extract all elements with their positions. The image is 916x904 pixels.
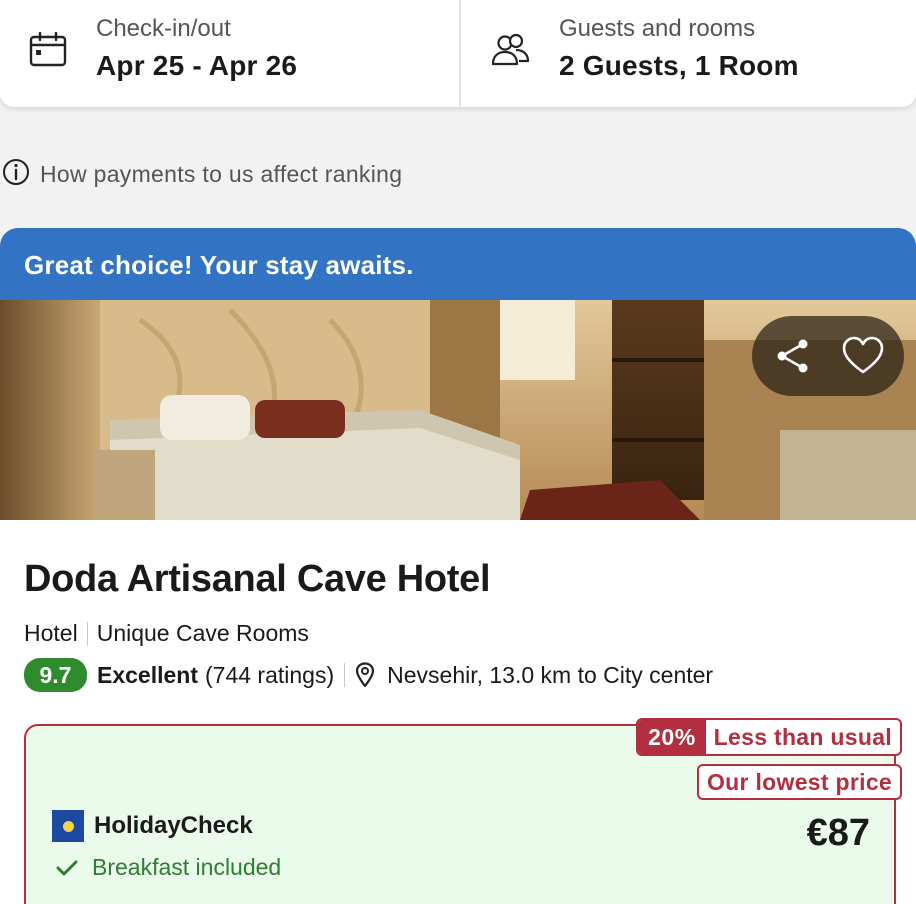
share-icon — [773, 336, 813, 376]
divider — [86, 621, 88, 646]
hotel-details: Doda Artisanal Cave Hotel Hotel Unique C… — [0, 520, 916, 904]
score-badge: 9.7 — [24, 658, 87, 692]
location-pin-icon — [355, 662, 375, 688]
guests-value: 2 Guests, 1 Room — [559, 50, 799, 81]
deal-price: €87 — [806, 812, 870, 854]
location-text: Nevsehir, 13.0 km to City center — [387, 661, 714, 688]
hotel-type: Hotel — [24, 620, 78, 646]
hotel-name[interactable]: Doda Artisanal Cave Hotel — [24, 558, 491, 601]
provider: HolidayCheck — [52, 810, 253, 842]
lowest-price-badge: Our lowest price — [696, 764, 902, 800]
feature-breakfast: Breakfast included — [56, 854, 281, 881]
hotel-photo[interactable] — [0, 300, 916, 520]
photo-actions — [752, 316, 904, 396]
ranking-info-link[interactable]: How payments to us affect ranking — [2, 158, 402, 191]
provider-logo — [52, 810, 84, 842]
favorite-button[interactable] — [835, 328, 891, 384]
ranking-info-text: How payments to us affect ranking — [40, 161, 403, 187]
guests-field[interactable]: Guests and rooms 2 Guests, 1 Room — [461, 0, 916, 107]
rating-row: 9.7 Excellent (744 ratings) Nevsehir, 13… — [24, 658, 713, 692]
checkin-label: Check-in/out — [96, 15, 231, 42]
deal-card[interactable]: 20% Less than usual Our lowest price Hol… — [24, 718, 902, 904]
feature-text: Breakfast included — [92, 854, 282, 880]
hotel-type-row: Hotel Unique Cave Rooms — [24, 620, 309, 647]
hotel-tag: Unique Cave Rooms — [96, 620, 309, 646]
guests-label: Guests and rooms — [559, 15, 756, 42]
discount-badge: 20% Less than usual — [636, 718, 902, 756]
calendar-icon — [28, 31, 68, 68]
heart-icon — [841, 336, 885, 376]
rating-word: Excellent — [97, 661, 198, 688]
rating-count: (744 ratings) — [205, 661, 335, 688]
check-icon — [56, 859, 78, 877]
divider — [344, 663, 346, 687]
info-icon — [2, 158, 30, 191]
checkin-field[interactable]: Check-in/out Apr 25 - Apr 26 — [0, 0, 461, 107]
provider-name: HolidayCheck — [94, 812, 253, 839]
people-icon — [489, 32, 530, 68]
banner-text: Great choice! Your stay awaits. — [24, 250, 414, 280]
checkin-value: Apr 25 - Apr 26 — [96, 50, 298, 81]
share-button[interactable] — [765, 328, 821, 384]
search-summary-card: Check-in/out Apr 25 - Apr 26 Guests and … — [0, 0, 916, 107]
highlight-banner: Great choice! Your stay awaits. — [0, 228, 916, 300]
discount-label: Less than usual — [713, 723, 892, 750]
discount-percent: 20% — [638, 720, 706, 754]
